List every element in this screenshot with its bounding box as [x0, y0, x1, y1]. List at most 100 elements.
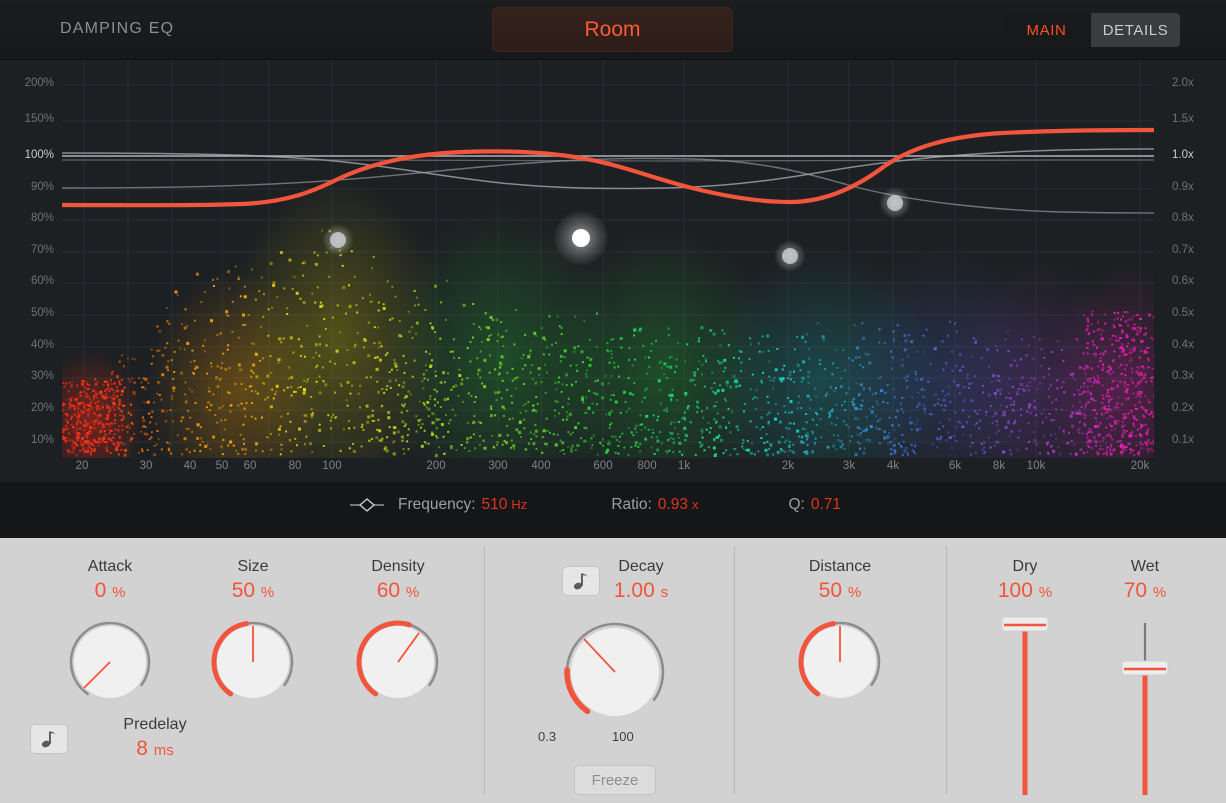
size-value-number: 50 — [231, 579, 256, 602]
band-node-1[interactable] — [330, 232, 346, 248]
density-value-unit: % — [405, 584, 420, 601]
decay-control: Decay 1.00 s 0.3 100 Freeze — [520, 558, 710, 795]
q-label: Q: — [788, 496, 805, 513]
band-bell-icon — [350, 497, 384, 513]
q-readout[interactable]: Q: 0.71 — [788, 496, 841, 514]
decay-knob[interactable]: 0.3 100 — [520, 617, 710, 744]
predelay-sync-button[interactable] — [30, 723, 68, 754]
band-node-4[interactable] — [887, 195, 903, 211]
wet-value-unit: % — [1152, 584, 1167, 601]
y-tick-right-11: 0.1x — [1172, 434, 1194, 446]
decay-label: Decay — [618, 558, 664, 575]
wet-fader-svg — [1121, 623, 1169, 795]
y-tick-right-7: 0.5x — [1172, 307, 1194, 319]
distance-knob[interactable] — [760, 617, 920, 707]
tab-details[interactable]: DETAILS — [1091, 13, 1180, 47]
decay-sync-button[interactable] — [561, 565, 600, 596]
decay-value-unit: s — [660, 584, 669, 601]
tab-main-label: MAIN — [1026, 21, 1067, 39]
ratio-readout[interactable]: Ratio: 0.93 x — [611, 496, 698, 514]
dry-value-unit: % — [1038, 584, 1053, 601]
frequency-label: Frequency: — [398, 496, 476, 513]
distance-knob-svg — [798, 620, 882, 704]
y-tick-right-5: 0.7x — [1172, 244, 1194, 256]
control-panel: Attack 0 % Predelay 8 ms Size 50 % Densi… — [0, 538, 1226, 803]
x-tick-1: 30 — [139, 460, 153, 472]
eq-plot-canvas[interactable] — [62, 60, 1154, 458]
y-tick-left-10: 20% — [30, 402, 54, 414]
freeze-button[interactable]: Freeze — [574, 765, 656, 795]
note-icon — [41, 731, 56, 747]
spectrum-haze — [62, 180, 1154, 458]
size-knob[interactable] — [173, 617, 333, 707]
preset-label: Room — [584, 17, 641, 41]
band-node-2[interactable] — [572, 229, 590, 247]
freeze-label: Freeze — [591, 771, 639, 789]
x-tick-10: 600 — [593, 460, 613, 472]
y-tick-right-0: 2.0x — [1172, 77, 1194, 89]
dry-value-number: 100 — [997, 579, 1033, 602]
wet-value-number: 70 — [1123, 579, 1148, 602]
eq-display[interactable]: 200% 150% 100% 90% 80% 70% 60% 50% 40% 30% 20% 10% … — [0, 60, 1226, 482]
x-tick-3: 50 — [215, 460, 229, 472]
dry-fader-svg — [1001, 616, 1049, 795]
density-knob[interactable] — [318, 617, 478, 707]
dry-fader[interactable] — [962, 615, 1088, 800]
density-knob-svg — [356, 620, 440, 704]
size-label: Size — [237, 558, 269, 575]
predelay-value: 8 ms — [80, 737, 230, 761]
frequency-unit: Hz — [511, 497, 528, 512]
view-tab-group: MAIN DETAILS — [1002, 13, 1180, 47]
note-icon — [573, 573, 588, 589]
wet-fader[interactable] — [1082, 615, 1208, 800]
y-tick-left-9: 30% — [30, 370, 54, 382]
ratio-label: Ratio: — [611, 496, 652, 513]
y-tick-left-0: 200% — [24, 77, 54, 89]
y-tick-left-6: 60% — [30, 275, 54, 287]
y-tick-left-5: 70% — [30, 244, 54, 256]
distance-value-number: 50 — [818, 579, 843, 602]
dry-label: Dry — [1012, 558, 1038, 575]
plugin-window: DAMPING EQ Room MAIN DETAILS 200% 150% 1… — [0, 0, 1226, 803]
y-tick-left-1: 150% — [24, 113, 54, 125]
decay-range-max: 100 — [612, 729, 634, 744]
attack-knob[interactable] — [30, 617, 190, 707]
dry-control: Dry 100 % — [962, 558, 1088, 800]
decay-value-number: 1.00 — [613, 579, 655, 602]
y-tick-right-4: 0.8x — [1172, 212, 1194, 224]
frequency-readout[interactable]: Frequency: 510 Hz — [398, 496, 527, 514]
x-tick-17: 8k — [992, 460, 1006, 472]
preset-selector[interactable]: Room — [492, 7, 733, 52]
frequency-value: 510 — [481, 496, 508, 513]
x-tick-2: 40 — [183, 460, 197, 472]
x-tick-5: 80 — [288, 460, 302, 472]
distance-value: 50 % — [760, 579, 920, 603]
attack-label: Attack — [87, 558, 133, 575]
panel-divider-1 — [484, 546, 485, 795]
x-tick-6: 100 — [322, 460, 342, 472]
attack-knob-svg — [69, 621, 151, 703]
tab-main[interactable]: MAIN — [1002, 13, 1091, 47]
top-bar: DAMPING EQ Room MAIN DETAILS — [0, 0, 1226, 60]
y-tick-right-1: 1.5x — [1172, 113, 1194, 125]
wet-control: Wet 70 % — [1082, 558, 1208, 800]
ratio-value: 0.93 — [657, 496, 688, 513]
x-tick-16: 6k — [948, 460, 962, 472]
wet-label: Wet — [1130, 558, 1160, 575]
y-tick-left-7: 50% — [30, 307, 54, 319]
distance-control: Distance 50 % — [760, 558, 920, 707]
size-control: Size 50 % — [173, 558, 333, 707]
band-node-3[interactable] — [782, 248, 798, 264]
x-tick-15: 4k — [886, 460, 900, 472]
y-tick-left-11: 10% — [30, 434, 54, 446]
y-tick-right-9: 0.3x — [1172, 370, 1194, 382]
size-value-unit: % — [260, 584, 275, 601]
decay-value: 1.00 s — [614, 579, 668, 603]
x-tick-4: 60 — [243, 460, 257, 472]
panel-divider-3 — [946, 546, 947, 795]
density-value: 60 % — [318, 579, 478, 603]
page-title: DAMPING EQ — [60, 20, 175, 37]
y-tick-right-2: 1.0x — [1172, 149, 1194, 161]
y-tick-right-10: 0.2x — [1172, 402, 1194, 414]
eq-curve-secondary-c — [62, 159, 1154, 162]
